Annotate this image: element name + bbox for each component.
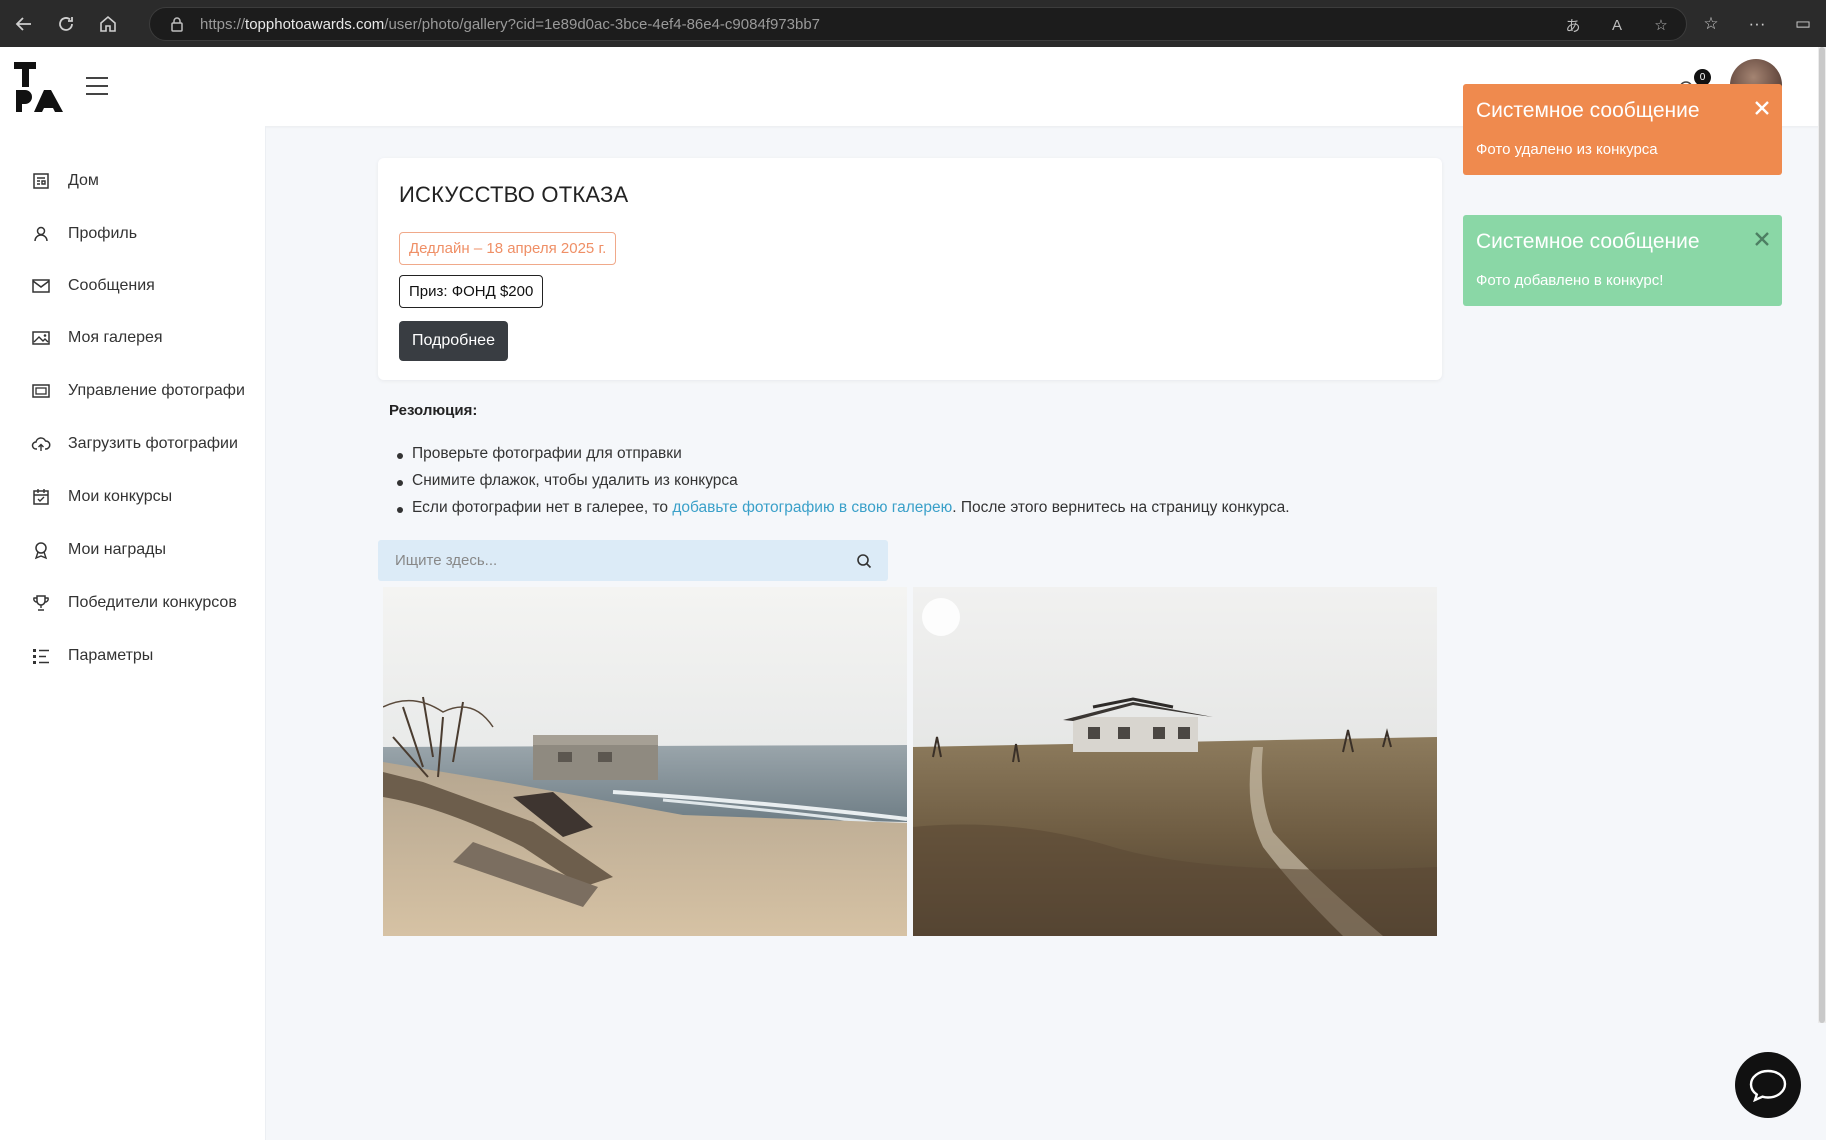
toast-message: Фото удалено из конкурса	[1476, 141, 1658, 158]
sidebar-item-gallery[interactable]: Моя галерея	[30, 323, 266, 353]
sidebar-item-awards[interactable]: Мои награды	[30, 535, 266, 565]
arrow-left-icon	[15, 16, 31, 31]
sidebar-item-label: Моя галерея	[68, 329, 163, 346]
sidebar-item-winners[interactable]: Победители конкурсов	[30, 588, 266, 618]
house-photo-image	[913, 587, 1437, 936]
sidebar-item-manage-photos[interactable]: Управление фотографи	[30, 376, 266, 406]
search-icon[interactable]	[856, 553, 872, 569]
sidebar-item-label: Параметры	[68, 647, 154, 664]
back-button[interactable]	[6, 6, 42, 42]
add-photo-to-gallery-link[interactable]: добавьте фотографию в свою галерею	[672, 499, 952, 516]
photo-search	[378, 540, 888, 581]
sidebar-item-label: Мои награды	[68, 541, 166, 558]
list-item: Снимите флажок, чтобы удалить из конкурс…	[397, 472, 1290, 499]
close-icon[interactable]	[1752, 229, 1772, 249]
sidebar-toggle-icon[interactable]: ▭	[1780, 6, 1826, 42]
deadline-badge: Дедлайн – 18 апреля 2025 г.	[399, 232, 617, 265]
list-item: Проверьте фотографии для отправки	[397, 445, 1290, 472]
award-icon	[30, 539, 52, 561]
browser-toolbar: https://topphotoawards.com/user/photo/ga…	[0, 0, 1826, 47]
gallery-photo[interactable]	[913, 587, 1437, 936]
sidebar-item-profile[interactable]: Профиль	[30, 219, 266, 249]
beach-photo-image	[383, 587, 907, 936]
home-browser-button[interactable]	[90, 6, 126, 42]
lock-icon	[171, 17, 183, 32]
star-icon[interactable]: ☆	[1650, 14, 1672, 36]
search-input[interactable]	[378, 540, 848, 581]
user-icon	[30, 223, 52, 245]
system-toast-removed: Системное сообщение Фото удалено из конк…	[1463, 84, 1782, 175]
photos-icon	[30, 380, 52, 402]
sidebar: Дом Профиль Сообщения Моя галерея Управл…	[0, 126, 266, 1140]
read-aloud-icon[interactable]: A	[1606, 14, 1628, 36]
sidebar-item-label: Профиль	[68, 225, 138, 242]
image-icon	[30, 327, 52, 349]
toast-message: Фото добавлено в конкурс!	[1476, 272, 1664, 289]
reload-icon	[59, 16, 73, 31]
more-details-button[interactable]: Подробнее	[399, 321, 508, 361]
list-item: Если фотографии нет в галерее, то добавь…	[397, 499, 1290, 526]
sidebar-item-settings[interactable]: Параметры	[30, 641, 266, 671]
tpa-logo[interactable]	[14, 62, 64, 112]
page-scrollbar[interactable]	[1818, 47, 1826, 1023]
translate-icon[interactable]: あ	[1562, 14, 1584, 36]
sidebar-item-home[interactable]: Дом	[30, 166, 266, 196]
prize-badge: Приз: ФОНД $200	[399, 275, 544, 308]
sidebar-item-label: Дом	[68, 172, 99, 189]
sidebar-item-messages[interactable]: Сообщения	[30, 271, 266, 301]
home-icon	[30, 170, 52, 192]
sidebar-item-label: Загрузить фотографии	[68, 435, 238, 452]
trophy-icon	[30, 592, 52, 614]
sidebar-item-upload[interactable]: Загрузить фотографии	[30, 429, 266, 459]
cloud-upload-icon	[30, 433, 52, 455]
more-options-icon[interactable]: ···	[1734, 6, 1780, 42]
sidebar-item-label: Сообщения	[68, 277, 155, 294]
reload-button[interactable]	[48, 6, 84, 42]
sidebar-item-label: Управление фотографи	[68, 382, 245, 399]
chat-bubble-icon	[1749, 1069, 1787, 1102]
sidebar-item-label: Мои конкурсы	[68, 488, 173, 505]
settings-list-icon	[30, 645, 52, 667]
scrollbar-thumb[interactable]	[1819, 47, 1825, 1023]
address-bar[interactable]: https://topphotoawards.com/user/photo/ga…	[149, 7, 1687, 41]
mail-icon	[30, 275, 52, 297]
close-icon[interactable]	[1752, 98, 1772, 118]
contest-title: ИСКУССТВО ОТКАЗА	[399, 182, 629, 207]
toast-title: Системное сообщение	[1476, 99, 1700, 122]
toast-title: Системное сообщение	[1476, 230, 1700, 253]
contest-card: ИСКУССТВО ОТКАЗА Дедлайн – 18 апреля 202…	[378, 158, 1442, 380]
chat-button[interactable]	[1735, 1052, 1801, 1118]
calendar-check-icon	[30, 486, 52, 508]
favorites-icon[interactable]: ☆	[1688, 6, 1734, 42]
url-text: https://topphotoawards.com/user/photo/ga…	[200, 15, 821, 33]
gallery-photo[interactable]	[383, 587, 907, 936]
photo-select-checkbox[interactable]	[922, 598, 960, 636]
resolution-list: Проверьте фотографии для отправки Снимит…	[397, 445, 1290, 526]
sidebar-item-label: Победители конкурсов	[68, 594, 237, 611]
sidebar-item-my-contests[interactable]: Мои конкурсы	[30, 482, 266, 512]
resolution-title: Резолюция:	[389, 402, 478, 419]
system-toast-added: Системное сообщение Фото добавлено в кон…	[1463, 215, 1782, 306]
hamburger-icon[interactable]	[86, 77, 108, 95]
home-icon	[100, 15, 116, 32]
